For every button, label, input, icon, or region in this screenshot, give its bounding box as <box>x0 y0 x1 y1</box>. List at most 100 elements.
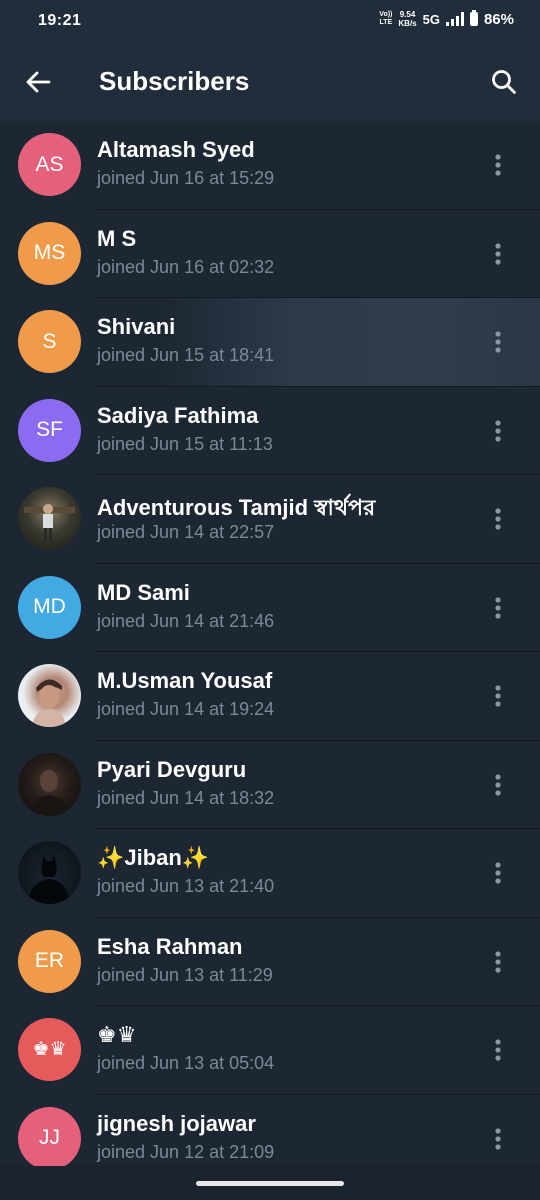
more-options-button[interactable] <box>482 238 514 270</box>
profile-photo <box>18 752 81 816</box>
subscriber-row[interactable]: ♚♛ ♚♛ joined Jun 13 at 05:04 <box>0 1006 540 1095</box>
search-button[interactable] <box>482 60 526 104</box>
person-photo-icon <box>30 769 68 816</box>
person-photo-icon <box>24 504 75 540</box>
avatar-initials: S <box>42 329 57 353</box>
joined-date: joined Jun 14 at 19:24 <box>97 699 275 719</box>
signal-icon <box>445 12 464 26</box>
volte-bottom-label: LTE <box>379 19 393 26</box>
home-gesture-handle[interactable] <box>196 1181 344 1186</box>
more-vertical-icon <box>495 685 501 707</box>
avatar-initials: MD <box>33 595 66 618</box>
subscriber-name: Sadiya Fathima <box>97 402 259 428</box>
more-vertical-icon <box>495 154 501 176</box>
battery-level: 86% <box>483 10 514 28</box>
network-speed-value: 9.54 <box>399 10 416 19</box>
subscriber-row[interactable]: MS M S joined Jun 16 at 02:32 <box>0 210 540 298</box>
subscriber-row[interactable]: Adventurous Tamjid স্বার্থপর joined Jun … <box>0 475 540 564</box>
battery-icon <box>469 10 478 26</box>
back-button[interactable] <box>16 60 60 104</box>
navigation-bar <box>0 1166 540 1200</box>
more-vertical-icon <box>495 419 501 442</box>
joined-date: joined Jun 14 at 18:32 <box>97 787 275 808</box>
subscriber-row[interactable]: AS Altamash Syed joined Jun 16 at 15:29 <box>0 121 540 210</box>
more-options-button[interactable] <box>482 326 514 358</box>
avatar: MD <box>18 575 81 639</box>
more-vertical-icon <box>495 596 501 619</box>
avatar: ♚♛ <box>18 1018 81 1081</box>
more-options-button[interactable] <box>482 592 514 624</box>
more-options-button[interactable] <box>482 680 514 712</box>
avatar-initials: AS <box>35 152 64 176</box>
subscriber-row[interactable]: ER Esha Rahman joined Jun 13 at 11:29 <box>0 918 540 1006</box>
more-options-button[interactable] <box>482 415 514 447</box>
subscriber-name: Altamash Syed <box>97 137 255 162</box>
subscriber-row[interactable]: MD MD Sami joined Jun 14 at 21:46 <box>0 564 540 652</box>
avatar-initials: JJ <box>39 1126 60 1149</box>
profile-photo <box>18 841 81 904</box>
subscriber-row[interactable]: M.Usman Yousaf joined Jun 14 at 19:24 <box>0 652 540 741</box>
subscriber-name: ✨Jiban✨ <box>97 845 210 870</box>
joined-date: joined Jun 12 at 21:09 <box>97 1141 275 1162</box>
subscriber-name: Esha Rahman <box>97 933 243 959</box>
more-vertical-icon <box>495 950 501 973</box>
joined-date: joined Jun 13 at 05:04 <box>97 1053 275 1073</box>
avatar: MS <box>18 221 81 285</box>
subscriber-row[interactable]: Pyari Devguru joined Jun 14 at 18:32 <box>0 741 540 829</box>
batman-photo-icon <box>28 855 70 904</box>
profile-photo <box>18 664 81 727</box>
person-photo-icon <box>32 679 66 727</box>
subscriber-row[interactable]: SF Sadiya Fathima joined Jun 15 at 11:13 <box>0 387 540 475</box>
joined-date: joined Jun 14 at 22:57 <box>97 522 275 542</box>
more-vertical-icon <box>495 331 501 353</box>
more-options-button[interactable] <box>482 1034 514 1066</box>
joined-date: joined Jun 14 at 21:46 <box>97 610 275 631</box>
more-vertical-icon <box>495 773 501 796</box>
joined-date: joined Jun 13 at 21:40 <box>97 876 275 896</box>
joined-date: joined Jun 16 at 15:29 <box>97 168 275 188</box>
avatar-initials: ER <box>34 949 65 972</box>
avatar: JJ <box>18 1106 81 1170</box>
avatar: SF <box>18 398 81 462</box>
subscriber-name: Shivani <box>97 314 176 339</box>
volte-top-label: Vo)) <box>379 11 393 18</box>
avatar: AS <box>18 133 81 196</box>
page-title: Subscribers <box>99 66 250 96</box>
status-indicators: Vo)) LTE 9.54 KB/s 5G 86% <box>379 10 514 28</box>
joined-date: joined Jun 15 at 18:41 <box>97 345 275 365</box>
app-bar: Subscribers <box>0 44 540 121</box>
status-bar: 19:21 Vo)) LTE 9.54 KB/s 5G 86% <box>0 0 540 44</box>
avatar-initials: SF <box>36 418 63 441</box>
network-type: 5G <box>422 11 440 27</box>
subscriber-row[interactable]: ✨Jiban✨ joined Jun 13 at 21:40 <box>0 829 540 918</box>
subscriber-name: ♚♛ <box>97 1022 137 1047</box>
arrow-left-icon <box>26 71 51 93</box>
subscriber-name: Pyari Devguru <box>97 756 247 782</box>
more-vertical-icon <box>495 1039 501 1061</box>
more-vertical-icon <box>495 1127 501 1150</box>
more-options-button[interactable] <box>482 1123 514 1155</box>
subscriber-row[interactable]: S Shivani joined Jun 15 at 18:41 <box>0 298 540 387</box>
network-speed: 9.54 KB/s <box>398 10 416 28</box>
more-options-button[interactable] <box>482 769 514 801</box>
subscriber-name: MD Sami <box>97 579 190 605</box>
avatar: S <box>18 310 81 373</box>
profile-photo <box>18 487 81 550</box>
avatar-initials: MS <box>33 241 66 264</box>
subscriber-name: M.Usman Yousaf <box>97 668 273 693</box>
search-icon <box>492 70 516 94</box>
subscriber-name: jignesh jojawar <box>97 1110 256 1136</box>
avatar-initials: ♚♛ <box>32 1039 67 1060</box>
more-options-button[interactable] <box>482 946 514 978</box>
joined-date: joined Jun 15 at 11:13 <box>97 433 273 454</box>
subscriber-name: M S <box>97 225 137 251</box>
more-vertical-icon <box>495 862 501 884</box>
network-speed-unit: KB/s <box>398 19 417 28</box>
more-options-button[interactable] <box>482 149 514 181</box>
avatar: ER <box>18 929 81 993</box>
joined-date: joined Jun 16 at 02:32 <box>97 256 275 277</box>
status-time: 19:21 <box>38 12 82 29</box>
more-options-button[interactable] <box>482 503 514 535</box>
volte-indicator: Vo)) LTE <box>379 11 392 27</box>
more-options-button[interactable] <box>482 857 514 889</box>
